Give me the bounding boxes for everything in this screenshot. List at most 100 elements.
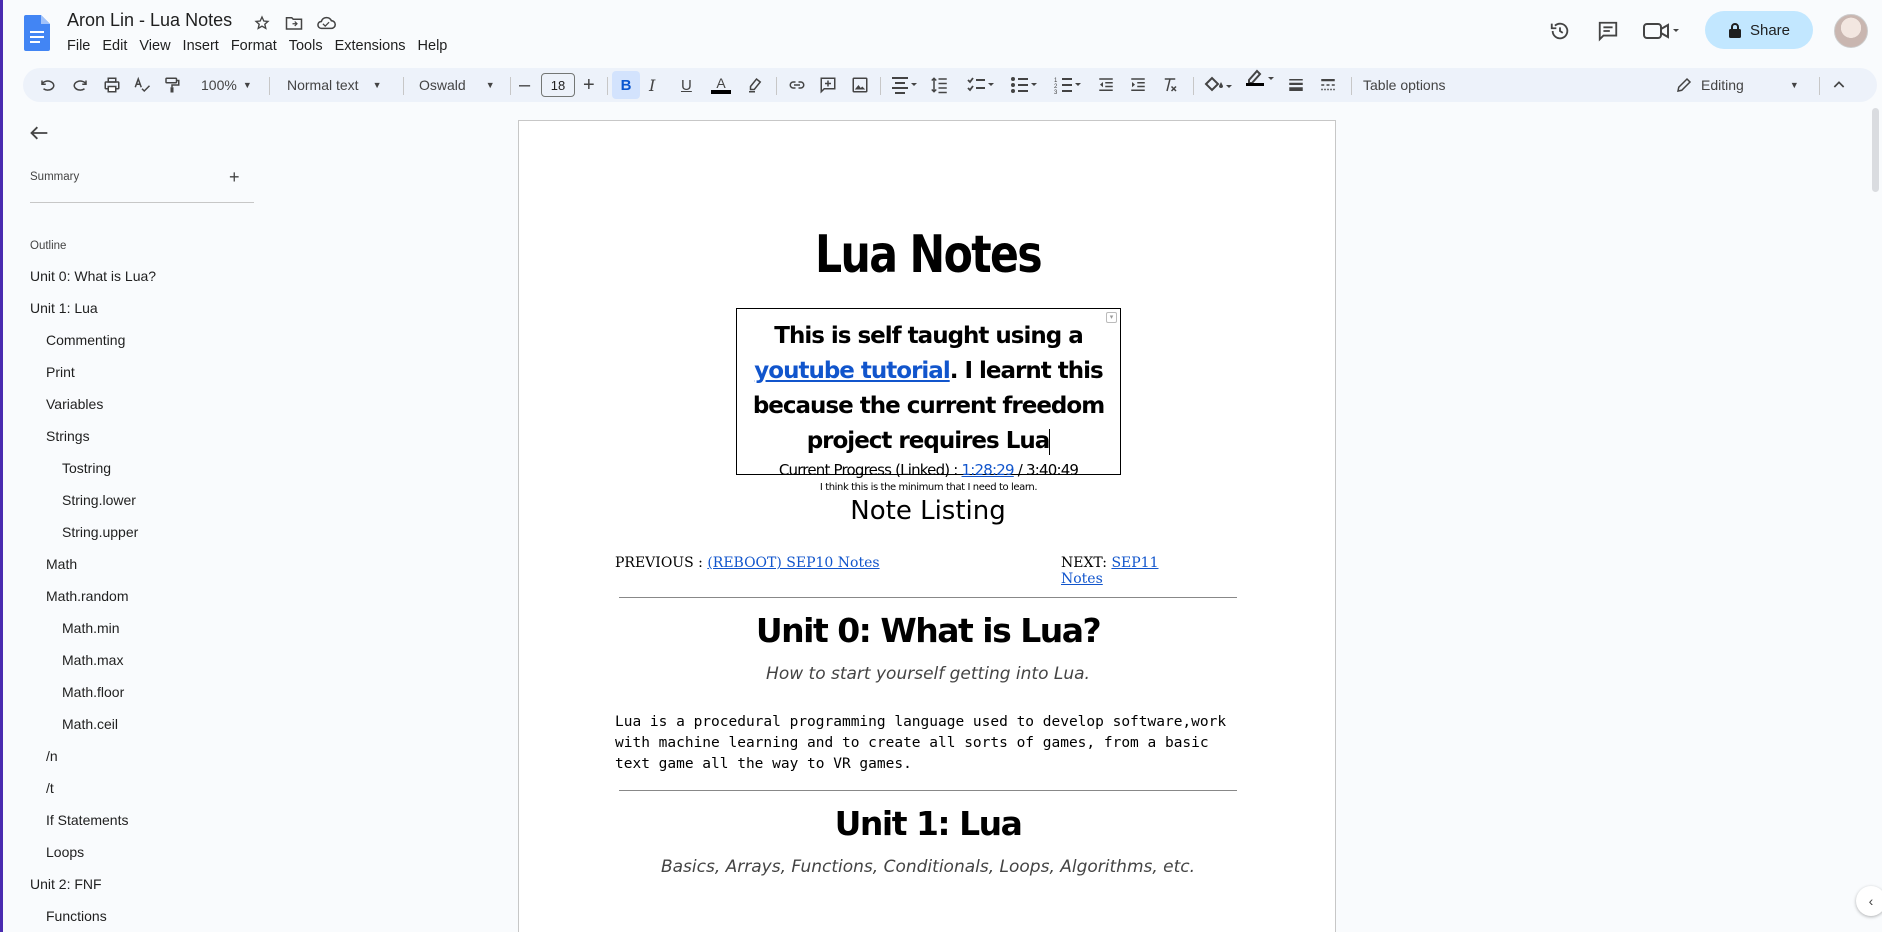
- star-icon[interactable]: [251, 12, 273, 34]
- vertical-scrollbar[interactable]: [1872, 108, 1879, 192]
- share-label: Share: [1749, 21, 1791, 39]
- menu-tools[interactable]: Tools: [283, 36, 329, 56]
- outline-item[interactable]: Commenting: [46, 332, 125, 348]
- menu-bar: File Edit View Insert Format Tools Exten…: [61, 36, 453, 56]
- outline-item[interactable]: Unit 2: FNF: [30, 876, 102, 892]
- version-history-icon[interactable]: [1547, 18, 1573, 44]
- document-page[interactable]: Lua Notes ▾ This is self taught using a …: [518, 120, 1336, 932]
- meet-video-icon[interactable]: [1642, 18, 1682, 44]
- formatting-toolbar: 100% ▼ Normal text ▼ Oswald ▼ – 18 + B I U …: [23, 68, 1877, 102]
- menu-edit[interactable]: Edit: [96, 36, 133, 56]
- previous-label: PREVIOUS :: [615, 555, 708, 571]
- menu-file[interactable]: File: [61, 36, 96, 56]
- outline-item[interactable]: Strings: [46, 428, 90, 444]
- insert-link-icon[interactable]: [787, 68, 807, 102]
- line-spacing-icon[interactable]: [931, 68, 949, 102]
- current-progress: Current Progress (Linked) : 1:28:29 / 3:…: [737, 461, 1120, 479]
- redo-icon[interactable]: [71, 68, 89, 102]
- bulleted-list-icon[interactable]: [1010, 68, 1038, 102]
- menu-view[interactable]: View: [133, 36, 176, 56]
- outline-item[interactable]: Math: [46, 556, 77, 572]
- outline-item[interactable]: /n: [46, 748, 58, 764]
- outline-item[interactable]: Unit 0: What is Lua?: [30, 268, 156, 284]
- previous-notes-link[interactable]: (REBOOT) SEP10 Notes: [707, 555, 879, 571]
- zoom-value: 100%: [201, 77, 237, 93]
- decrease-font-size-icon[interactable]: –: [519, 68, 530, 102]
- border-color-icon[interactable]: [1245, 68, 1275, 102]
- add-summary-icon[interactable]: +: [229, 167, 240, 188]
- text-color-icon[interactable]: A: [711, 68, 731, 102]
- intro-table[interactable]: ▾ This is self taught using a youtube tu…: [736, 308, 1121, 493]
- table-options-button[interactable]: Table options: [1363, 68, 1446, 102]
- horizontal-rule: [619, 790, 1237, 791]
- paint-format-icon[interactable]: [163, 68, 181, 102]
- italic-icon[interactable]: I: [649, 68, 655, 102]
- decrease-indent-icon[interactable]: [1097, 68, 1115, 102]
- document-title[interactable]: Aron Lin - Lua Notes: [67, 10, 232, 31]
- intro-text: This is self taught using a youtube tuto…: [737, 309, 1120, 459]
- increase-font-size-icon[interactable]: +: [583, 68, 595, 102]
- svg-text:3: 3: [1054, 90, 1058, 94]
- minimum-note: I think this is the minimum that I need …: [819, 482, 1038, 493]
- outline-item[interactable]: Functions: [46, 908, 107, 924]
- menu-insert[interactable]: Insert: [177, 36, 225, 56]
- numbered-list-icon[interactable]: 123: [1054, 68, 1082, 102]
- outline-item[interactable]: Print: [46, 364, 75, 380]
- progress-total: / 3:40:49: [1013, 461, 1079, 479]
- editing-mode-value: Editing: [1701, 77, 1744, 93]
- outline-item[interactable]: /t: [46, 780, 54, 796]
- move-folder-icon[interactable]: [283, 12, 305, 34]
- print-icon[interactable]: [103, 68, 121, 102]
- collapse-menus-icon[interactable]: [1831, 68, 1847, 102]
- cloud-saved-icon[interactable]: [315, 12, 337, 34]
- comments-icon[interactable]: [1595, 18, 1621, 44]
- outline-item[interactable]: Math.random: [46, 588, 128, 604]
- pencil-icon: [1677, 77, 1692, 92]
- unit1-heading: Unit 1: Lua: [834, 804, 1023, 843]
- underline-icon[interactable]: U: [681, 68, 692, 102]
- lock-icon: [1728, 23, 1741, 38]
- insert-image-icon[interactable]: [851, 68, 869, 102]
- paragraph-style-select[interactable]: Normal text ▼: [287, 68, 382, 102]
- outline-item[interactable]: Math.min: [62, 620, 120, 636]
- zoom-select[interactable]: 100% ▼: [201, 68, 252, 102]
- youtube-tutorial-link[interactable]: youtube tutorial: [754, 358, 950, 384]
- outline-item[interactable]: Unit 1: Lua: [30, 300, 98, 316]
- summary-label: Summary: [30, 171, 80, 183]
- table-cell-menu-icon[interactable]: ▾: [1106, 312, 1117, 323]
- outline-item[interactable]: If Statements: [46, 812, 128, 828]
- border-width-icon[interactable]: [1287, 68, 1305, 102]
- outline-item[interactable]: Math.ceil: [62, 716, 118, 732]
- checklist-icon[interactable]: [967, 68, 995, 102]
- border-dash-icon[interactable]: [1319, 68, 1337, 102]
- menu-help[interactable]: Help: [412, 36, 454, 56]
- font-family-select[interactable]: Oswald ▼: [419, 68, 495, 102]
- font-size-input[interactable]: 18: [541, 73, 575, 97]
- highlight-color-icon[interactable]: [746, 68, 764, 102]
- menu-extensions[interactable]: Extensions: [329, 36, 412, 56]
- spellcheck-icon[interactable]: [133, 68, 151, 102]
- outline-item[interactable]: Math.floor: [62, 684, 124, 700]
- side-panel-toggle-icon[interactable]: ‹: [1856, 886, 1882, 916]
- horizontal-rule: [619, 597, 1237, 598]
- menu-format[interactable]: Format: [225, 36, 283, 56]
- outline-item[interactable]: Variables: [46, 396, 103, 412]
- increase-indent-icon[interactable]: [1129, 68, 1147, 102]
- bold-button[interactable]: B: [612, 71, 640, 99]
- add-comment-icon[interactable]: [819, 68, 837, 102]
- cell-background-color-icon[interactable]: [1203, 68, 1233, 102]
- outline-item[interactable]: String.lower: [62, 492, 136, 508]
- outline-item[interactable]: Tostring: [62, 460, 111, 476]
- clear-formatting-icon[interactable]: [1161, 68, 1179, 102]
- align-center-icon[interactable]: [891, 68, 919, 102]
- progress-link[interactable]: 1:28:29: [962, 461, 1015, 479]
- back-arrow-icon[interactable]: [29, 122, 49, 148]
- outline-item[interactable]: Math.max: [62, 652, 123, 668]
- outline-item[interactable]: String.upper: [62, 524, 138, 540]
- share-button[interactable]: Share: [1705, 11, 1813, 49]
- editing-mode-select[interactable]: Editing ▼: [1675, 68, 1799, 102]
- undo-icon[interactable]: [39, 68, 57, 102]
- account-avatar[interactable]: [1834, 14, 1868, 48]
- docs-logo-icon[interactable]: [24, 15, 50, 51]
- outline-item[interactable]: Loops: [46, 844, 84, 860]
